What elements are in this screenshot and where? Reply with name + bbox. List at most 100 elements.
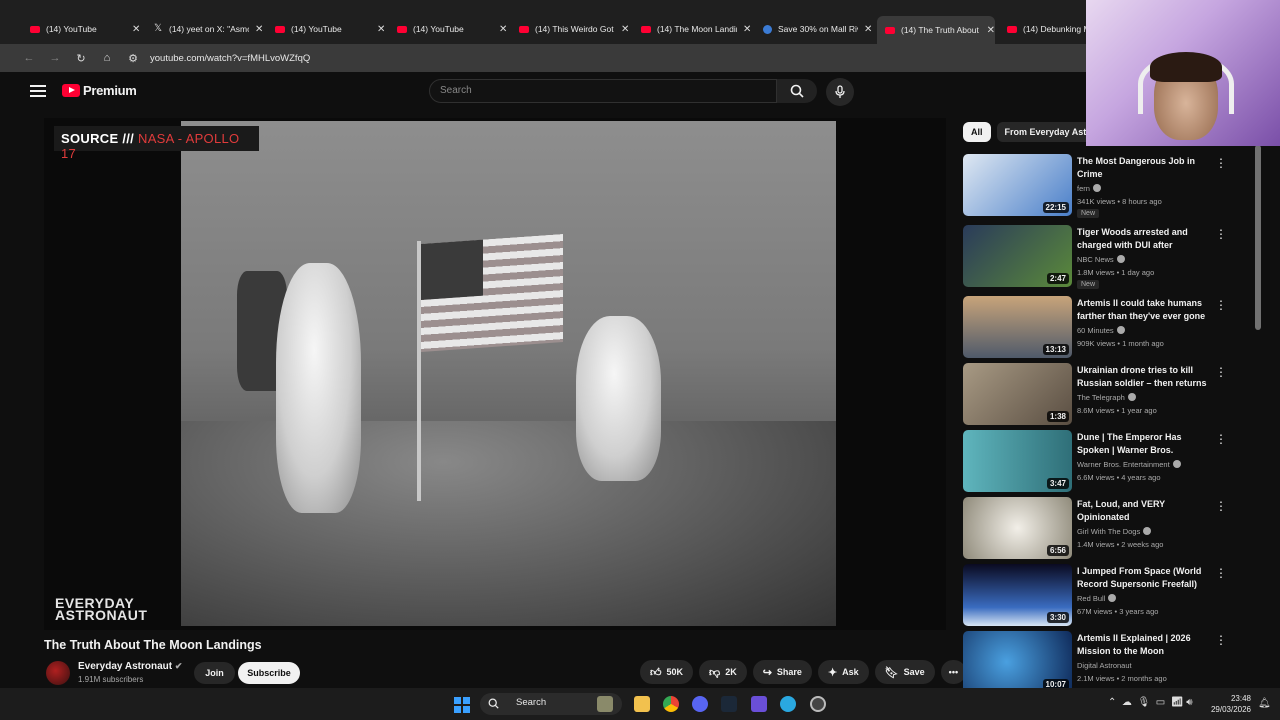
list-item[interactable]: 6:56 Fat, Loud, and VERY Opinionated Gir… bbox=[963, 497, 1263, 559]
tab-truth-about[interactable]: (14) The Truth About ✕ bbox=[877, 16, 995, 44]
youtube-logo[interactable]: Premium bbox=[62, 83, 137, 98]
rec-channel[interactable]: Red Bull bbox=[1077, 594, 1117, 603]
video-thumbnail[interactable]: 10:07 bbox=[963, 631, 1072, 693]
source-overlay: SOURCE /// NASA - APOLLO 17 bbox=[54, 126, 259, 161]
tab-x-post[interactable]: 𝕏 (14) yeet on X: "Asmo ✕ bbox=[145, 18, 263, 40]
tab-youtube-1[interactable]: (14) YouTube ✕ bbox=[22, 18, 140, 40]
close-icon[interactable]: ✕ bbox=[377, 24, 385, 35]
more-vert-icon[interactable]: ⋮ bbox=[1215, 156, 1227, 170]
channel-name[interactable]: Everyday Astronaut ✔ bbox=[78, 661, 182, 672]
list-item[interactable]: 13:13 Artemis II could take humans farth… bbox=[963, 296, 1263, 358]
rec-channel[interactable]: NBC News bbox=[1077, 255, 1125, 264]
save-button[interactable]: 🔖︎ Save bbox=[874, 660, 935, 684]
more-vert-icon[interactable]: ⋮ bbox=[1215, 365, 1227, 379]
rec-title[interactable]: The Most Dangerous Job in Crime bbox=[1077, 155, 1213, 181]
close-icon[interactable]: ✕ bbox=[743, 24, 751, 35]
more-vert-icon[interactable]: ⋮ bbox=[1215, 298, 1227, 312]
close-icon[interactable]: ✕ bbox=[621, 24, 629, 35]
chrome-icon[interactable] bbox=[663, 696, 679, 712]
site-info-icon[interactable]: ⚙ bbox=[122, 47, 144, 69]
back-icon[interactable]: ← bbox=[18, 47, 40, 69]
obs-icon[interactable] bbox=[810, 696, 826, 712]
sidebar-scrollbar[interactable] bbox=[1255, 145, 1261, 330]
duration-badge: 3:47 bbox=[1046, 478, 1069, 489]
rec-channel[interactable]: 60 Minutes bbox=[1077, 326, 1125, 335]
rec-channel[interactable]: fern bbox=[1077, 184, 1101, 193]
video-thumbnail[interactable]: 22:15 bbox=[963, 154, 1072, 216]
ccleaner-icon[interactable] bbox=[780, 696, 796, 712]
rec-title[interactable]: Artemis II Explained | 2026 Mission to t… bbox=[1077, 632, 1213, 658]
close-icon[interactable]: ✕ bbox=[987, 25, 995, 36]
forward-icon[interactable]: → bbox=[44, 47, 66, 69]
reload-icon[interactable]: ↻ bbox=[70, 47, 92, 69]
voice-search-button[interactable] bbox=[826, 78, 854, 106]
like-button[interactable]: 👍︎ 50K bbox=[640, 660, 694, 684]
bookmark-icon: 🔖︎ bbox=[884, 666, 899, 679]
close-icon[interactable]: ✕ bbox=[499, 24, 507, 35]
american-flag bbox=[421, 234, 563, 352]
search-button[interactable] bbox=[777, 79, 817, 103]
video-thumbnail[interactable]: 13:13 bbox=[963, 296, 1072, 358]
chip-all[interactable]: All bbox=[963, 122, 991, 142]
more-vert-icon[interactable]: ⋮ bbox=[1215, 499, 1227, 513]
tab-steam[interactable]: Save 30% on Mall Riv ✕ bbox=[755, 18, 872, 40]
video-player[interactable] bbox=[44, 118, 946, 630]
tab-label: (14) The Truth About bbox=[901, 25, 979, 35]
subscribe-button[interactable]: Subscribe bbox=[238, 662, 300, 684]
channel-avatar[interactable] bbox=[46, 661, 70, 685]
search-input[interactable]: Search bbox=[429, 79, 777, 103]
list-item[interactable]: 2:47 Tiger Woods arrested and charged wi… bbox=[963, 225, 1263, 289]
url-field[interactable]: youtube.com/watch?v=fMHLvoWZfqQ bbox=[150, 53, 310, 64]
more-vert-icon[interactable]: ⋮ bbox=[1215, 432, 1227, 446]
discord-icon[interactable] bbox=[692, 696, 708, 712]
rec-title[interactable]: Tiger Woods arrested and charged with DU… bbox=[1077, 226, 1213, 252]
file-explorer-icon[interactable] bbox=[634, 696, 650, 712]
rec-title[interactable]: Ukrainian drone tries to kill Russian so… bbox=[1077, 364, 1213, 390]
home-icon[interactable]: ⌂ bbox=[96, 47, 118, 69]
rec-channel[interactable]: Girl With The Dogs bbox=[1077, 527, 1152, 536]
tab-youtube-2[interactable]: (14) YouTube ✕ bbox=[267, 18, 385, 40]
rec-title[interactable]: Dune | The Emperor Has Spoken | Warner B… bbox=[1077, 431, 1213, 457]
rec-channel[interactable]: Digital Astronaut bbox=[1077, 661, 1132, 670]
menu-icon[interactable] bbox=[30, 85, 46, 97]
list-item[interactable]: 22:15 The Most Dangerous Job in Crime fe… bbox=[963, 154, 1263, 218]
list-item[interactable]: 3:47 Dune | The Emperor Has Spoken | War… bbox=[963, 430, 1263, 492]
tab-youtube-3[interactable]: (14) YouTube ✕ bbox=[389, 18, 507, 40]
more-vert-icon[interactable]: ⋮ bbox=[1215, 633, 1227, 647]
list-item[interactable]: 3:30 I Jumped From Space (World Record S… bbox=[963, 564, 1263, 626]
dislike-button[interactable]: 👎︎ 2K bbox=[699, 660, 747, 684]
video-thumbnail[interactable]: 6:56 bbox=[963, 497, 1072, 559]
video-thumbnail[interactable]: 3:30 bbox=[963, 564, 1072, 626]
more-vert-icon[interactable]: ⋮ bbox=[1215, 566, 1227, 580]
windows-start-icon[interactable] bbox=[454, 697, 470, 713]
video-thumbnail[interactable]: 3:47 bbox=[963, 430, 1072, 492]
rec-title[interactable]: Fat, Loud, and VERY Opinionated bbox=[1077, 498, 1213, 524]
rec-title[interactable]: I Jumped From Space (World Record Supers… bbox=[1077, 565, 1213, 591]
tab-weirdo[interactable]: (14) This Weirdo Got ✕ bbox=[511, 18, 629, 40]
system-tray[interactable]: ⌃ ☁ 🎙︎ ▭ 📶︎ 🔊︎ bbox=[1108, 697, 1193, 708]
clock[interactable]: 23:48 29/03/2026 bbox=[1206, 693, 1251, 715]
widget-icon[interactable] bbox=[597, 696, 613, 712]
notification-icon[interactable]: 🔔︎ bbox=[1258, 698, 1271, 709]
ask-button[interactable]: ✦ Ask bbox=[817, 660, 869, 684]
verified-icon bbox=[1092, 184, 1101, 192]
list-item[interactable]: 10:07 Artemis II Explained | 2026 Missio… bbox=[963, 631, 1263, 693]
tab-moon-landing[interactable]: (14) The Moon Landin ✕ bbox=[633, 18, 751, 40]
rec-title[interactable]: Artemis II could take humans farther tha… bbox=[1077, 297, 1213, 323]
video-thumbnail[interactable]: 1:38 bbox=[963, 363, 1072, 425]
source-label: SOURCE /// bbox=[61, 131, 135, 146]
rec-channel[interactable]: Warner Bros. Entertainment bbox=[1077, 460, 1181, 469]
verified-icon bbox=[1108, 594, 1117, 602]
share-label: Share bbox=[776, 667, 802, 677]
rec-channel[interactable]: The Telegraph bbox=[1077, 393, 1136, 402]
more-vert-icon[interactable]: ⋮ bbox=[1215, 227, 1227, 241]
steam-icon[interactable] bbox=[721, 696, 737, 712]
list-item[interactable]: 1:38 Ukrainian drone tries to kill Russi… bbox=[963, 363, 1263, 425]
close-icon[interactable]: ✕ bbox=[132, 24, 140, 35]
share-button[interactable]: ↪ Share bbox=[752, 660, 812, 684]
close-icon[interactable]: ✕ bbox=[255, 24, 263, 35]
video-thumbnail[interactable]: 2:47 bbox=[963, 225, 1072, 287]
app-grid-icon[interactable] bbox=[751, 696, 767, 712]
close-icon[interactable]: ✕ bbox=[864, 24, 872, 35]
join-button[interactable]: Join bbox=[194, 662, 235, 684]
